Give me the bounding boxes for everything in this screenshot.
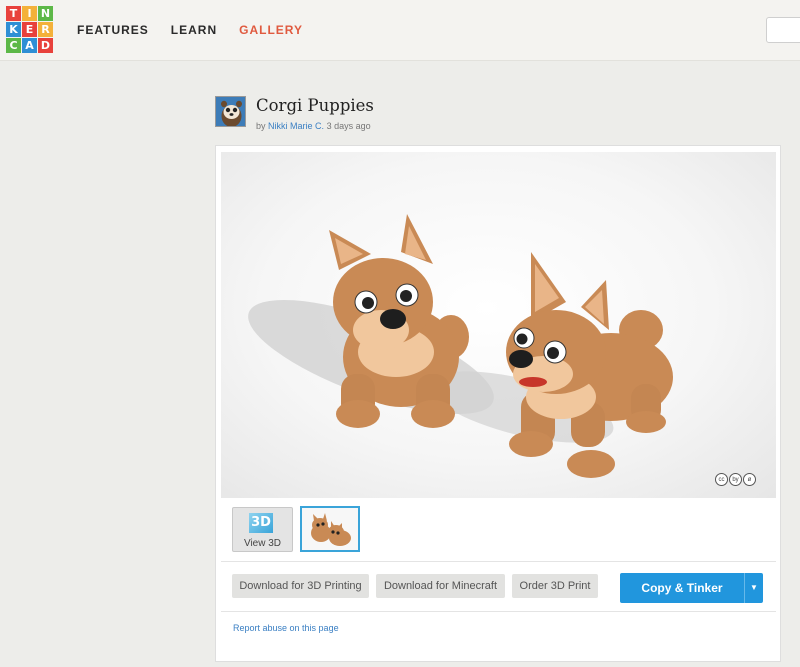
search-input[interactable]: [766, 17, 800, 43]
report-abuse-link[interactable]: Report abuse on this page: [233, 623, 339, 633]
model-preview[interactable]: [221, 152, 776, 498]
logo-letter: T: [6, 6, 21, 21]
corgi-thumbnail-image: [311, 513, 351, 546]
logo-letter: K: [6, 22, 21, 37]
cube-3d-icon: 3D: [249, 513, 273, 533]
noncommercial-icon: ø: [743, 473, 756, 486]
nav-features[interactable]: FEATURES: [77, 23, 149, 37]
image-thumbnail[interactable]: [300, 506, 360, 552]
copy-tinker-button[interactable]: Copy & Tinker: [620, 573, 744, 603]
license-icons[interactable]: cc by ø: [715, 473, 756, 486]
order-3d-print-button[interactable]: Order 3D Print: [512, 574, 598, 598]
download-minecraft-button[interactable]: Download for Minecraft: [376, 574, 505, 598]
download-3d-printing-button[interactable]: Download for 3D Printing: [232, 574, 369, 598]
corgi-render: [248, 214, 673, 478]
logo-letter: D: [38, 38, 53, 53]
logo-letter: C: [6, 38, 21, 53]
design-title: Corgi Puppies: [256, 96, 374, 115]
attribution-icon: by: [729, 473, 742, 486]
logo-letter: R: [38, 22, 53, 37]
design-time: 3 days ago: [326, 121, 371, 131]
author-link[interactable]: Nikki Marie C.: [268, 121, 324, 131]
nav-learn[interactable]: LEARN: [171, 23, 217, 37]
corgi-left: [329, 214, 469, 428]
tinkercad-logo[interactable]: T I N K E R C A D: [6, 6, 53, 53]
byline-prefix: by: [256, 121, 266, 131]
divider: [221, 611, 776, 612]
logo-letter: E: [22, 22, 37, 37]
logo-letter: I: [22, 6, 37, 21]
logo-letter: N: [38, 6, 53, 21]
view-3d-label: View 3D: [243, 538, 282, 549]
nav-gallery[interactable]: GALLERY: [239, 23, 303, 37]
view-3d-button[interactable]: 3D View 3D: [232, 507, 293, 552]
main-nav: FEATURES LEARN GALLERY: [77, 23, 325, 37]
cc-icon: cc: [715, 473, 728, 486]
design-byline: by Nikki Marie C. 3 days ago: [256, 121, 371, 131]
author-avatar[interactable]: [215, 96, 246, 127]
chevron-down-icon[interactable]: ▼: [744, 573, 763, 603]
top-navbar: T I N K E R C A D FEATURES LEARN GALLERY: [0, 0, 800, 61]
logo-letter: A: [22, 38, 37, 53]
corgi-right: [506, 252, 673, 478]
